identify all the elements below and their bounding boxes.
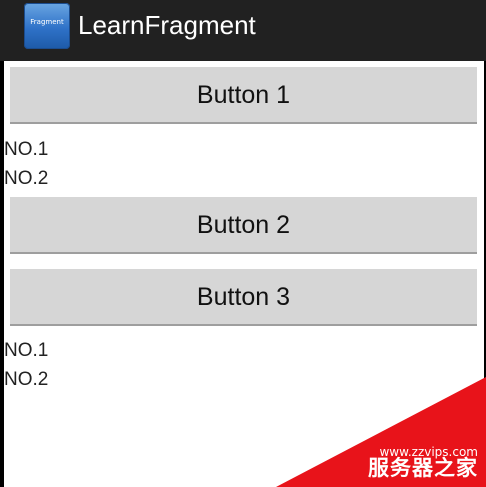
- fragment-1-item-2: NO.2: [4, 168, 49, 189]
- watermark-name: 服务器之家: [368, 456, 478, 480]
- button-2[interactable]: Button 2: [10, 197, 477, 254]
- app-icon-label: Fragment: [30, 18, 64, 26]
- action-bar: Fragment LearnFragment: [0, 0, 486, 61]
- button-3[interactable]: Button 3: [10, 269, 477, 326]
- fragment-1-item-1: NO.1: [4, 139, 49, 160]
- app-title: LearnFragment: [78, 10, 256, 40]
- fragment-app-icon[interactable]: Fragment: [24, 3, 70, 49]
- watermark: www.zzvips.com 服务器之家: [276, 377, 486, 487]
- button-1[interactable]: Button 1: [10, 67, 477, 124]
- fragment-2-item-1: NO.1: [4, 340, 49, 361]
- app-screen: Fragment LearnFragment Button 1 NO.1 NO.…: [0, 0, 486, 487]
- fragment-2-item-2: NO.2: [4, 369, 49, 390]
